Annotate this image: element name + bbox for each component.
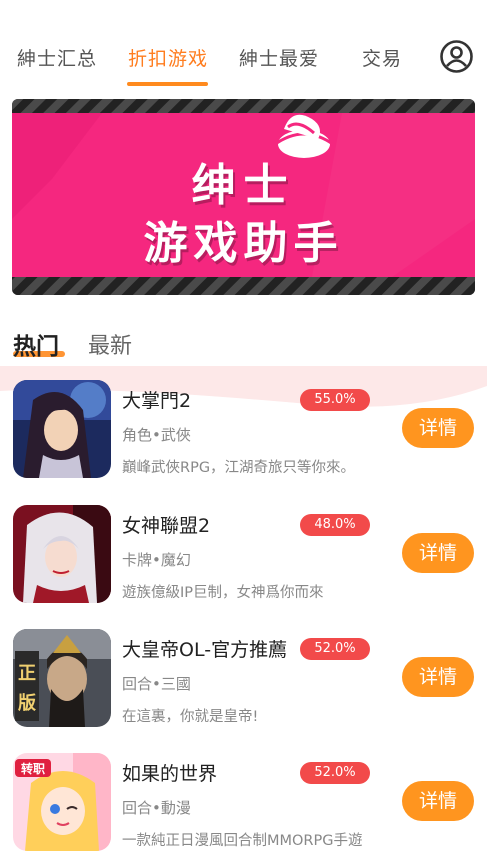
game-title: 大掌門2 (122, 390, 192, 412)
list-item[interactable]: 转职 如果的世界 52.0% 回合•動漫 一款純正日漫風回合制MMORPG手遊 … (0, 753, 487, 863)
game-title: 女神聯盟2 (122, 515, 211, 537)
details-button[interactable]: 详情 (402, 408, 474, 448)
active-tab-indicator (127, 82, 208, 86)
banner-title-line2: 游戏助手 (143, 218, 344, 269)
game-description: 遊族億級IP巨制，女神爲你而來 (122, 585, 324, 601)
user-profile-icon[interactable] (440, 40, 473, 73)
details-button[interactable]: 详情 (402, 657, 474, 697)
game-cover[interactable]: 转职 (13, 753, 111, 851)
discount-badge: 52.0% (300, 762, 370, 784)
discount-badge: 55.0% (300, 389, 370, 411)
svg-text:版: 版 (18, 692, 36, 714)
top-nav: 紳士汇总 折扣游戏 紳士最爱 交易 (0, 0, 487, 96)
discount-badge: 48.0% (300, 514, 370, 536)
game-category: 卡牌•魔幻 (122, 551, 191, 569)
game-description: 在這裏，你就是皇帝! (122, 709, 259, 725)
tab-discount-games[interactable]: 折扣游戏 (128, 44, 208, 71)
section-tab-new[interactable]: 最新 (88, 328, 132, 360)
game-cover[interactable] (13, 505, 111, 603)
tab-gentleman-summary[interactable]: 紳士汇总 (17, 44, 97, 71)
tab-gentleman-favorites[interactable]: 紳士最爱 (239, 44, 319, 71)
game-cover[interactable]: 正 版 (13, 629, 111, 727)
game-category: 回合•動漫 (122, 799, 191, 817)
details-button[interactable]: 详情 (402, 533, 474, 573)
game-title: 大皇帝OL-官方推薦 (122, 639, 288, 661)
promo-banner[interactable]: 绅士 游戏助手 (12, 99, 475, 295)
list-item[interactable]: 正 版 大皇帝OL-官方推薦 52.0% 回合•三國 在這裏，你就是皇帝! 详情 (0, 629, 487, 739)
svg-text:转职: 转职 (21, 761, 45, 776)
game-description: 巔峰武俠RPG，江湖奇旅只等你來。 (122, 460, 356, 476)
details-button[interactable]: 详情 (402, 781, 474, 821)
list-item[interactable]: 女神聯盟2 48.0% 卡牌•魔幻 遊族億級IP巨制，女神爲你而來 详情 (0, 505, 487, 615)
svg-text:正: 正 (18, 663, 36, 684)
section-tab-hot[interactable]: 热门 (13, 327, 59, 361)
game-title: 如果的世界 (122, 763, 218, 785)
list-item[interactable]: 大掌門2 55.0% 角色•武俠 巔峰武俠RPG，江湖奇旅只等你來。 详情 (0, 380, 487, 490)
game-category: 回合•三國 (122, 675, 191, 693)
tab-trade[interactable]: 交易 (362, 44, 402, 71)
game-cover[interactable] (13, 380, 111, 478)
game-description: 一款純正日漫風回合制MMORPG手遊 (122, 833, 363, 849)
discount-badge: 52.0% (300, 638, 370, 660)
banner-title-line1: 绅士 (191, 160, 296, 211)
game-category: 角色•武俠 (122, 426, 191, 444)
